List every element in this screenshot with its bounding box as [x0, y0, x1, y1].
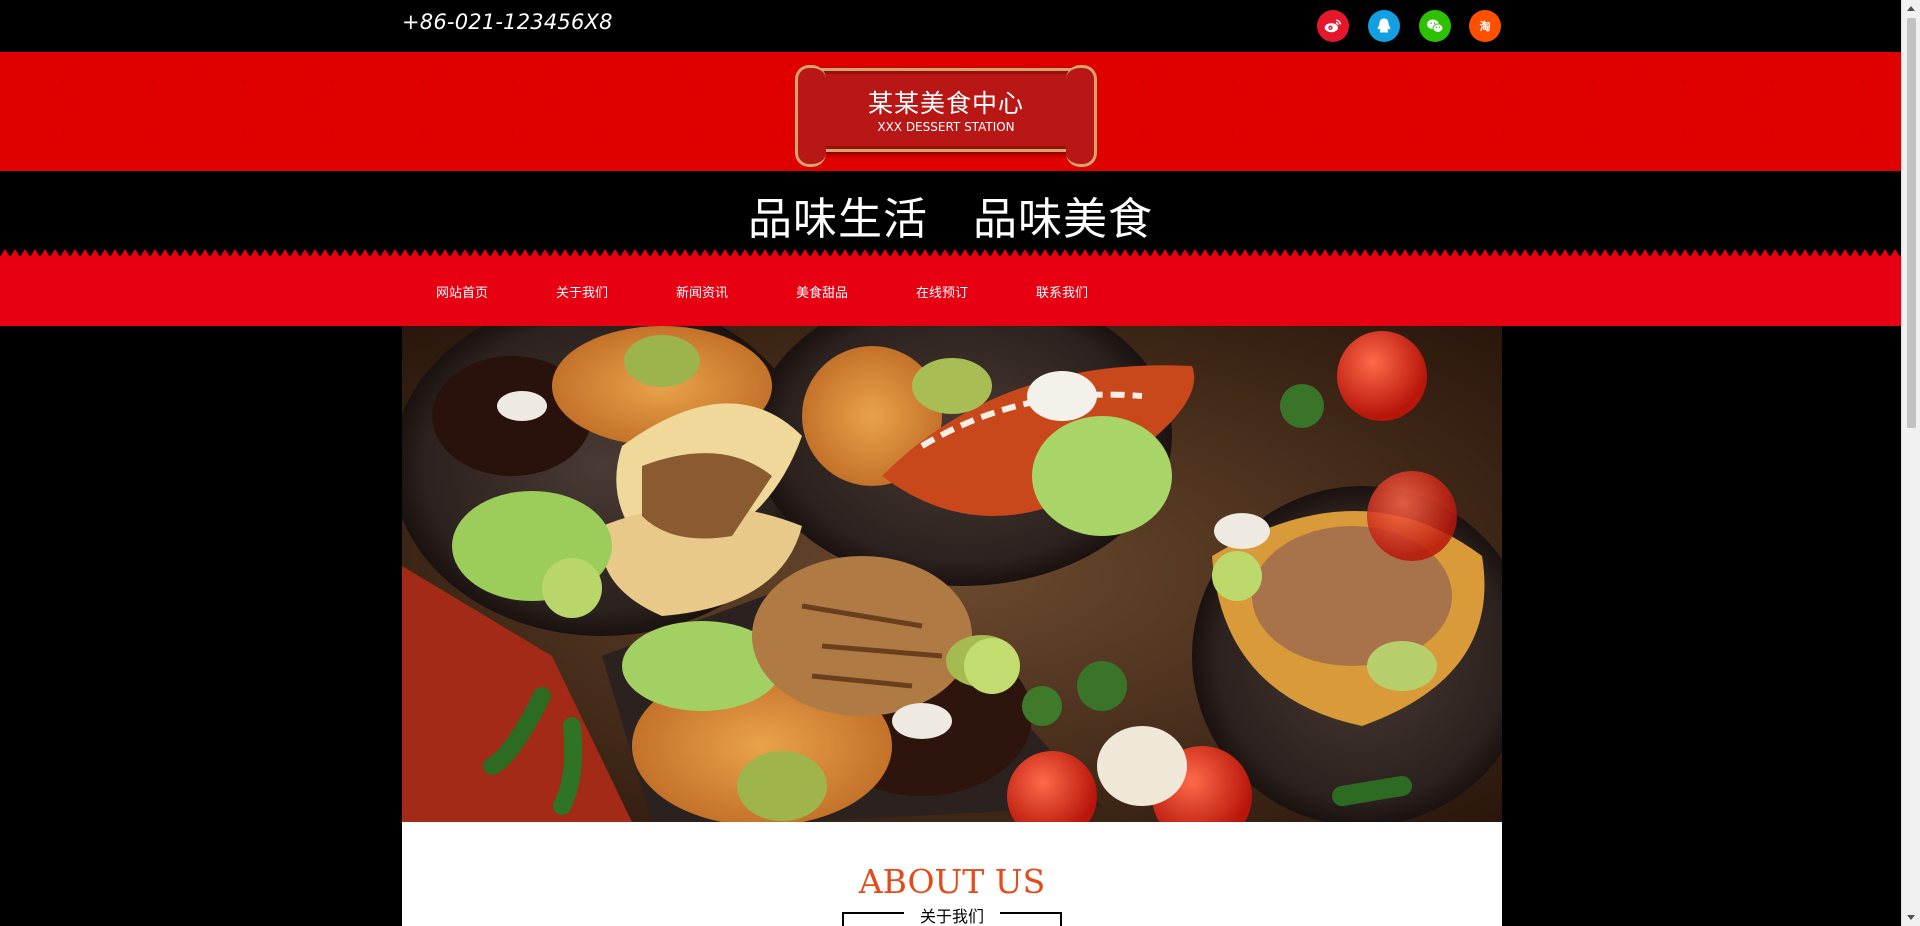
vertical-scrollbar[interactable] [1901, 0, 1920, 926]
nav-item-booking[interactable]: 在线预订 [882, 256, 1002, 326]
phone-number: +86-021-123456X8 [402, 10, 613, 34]
wechat-icon[interactable] [1419, 10, 1451, 42]
nav-item-home[interactable]: 网站首页 [402, 256, 522, 326]
scroll-thumb[interactable] [1907, 18, 1916, 428]
nav-item-about[interactable]: 关于我们 [522, 256, 642, 326]
main-nav: 网站首页 关于我们 新闻资讯 美食甜品 在线预订 联系我们 [402, 256, 1122, 326]
taobao-icon[interactable]: 淘 [1469, 10, 1501, 42]
about-title: ABOUT US [858, 862, 1046, 901]
hero-banner-image [402, 326, 1502, 822]
about-subtitle-box: 关于我们 [842, 907, 1062, 926]
about-subtitle: 关于我们 [919, 907, 984, 926]
slogan: 品味生活 品味美食 [748, 194, 1153, 245]
logo-title: 某某美食中心 [867, 89, 1024, 118]
nav-item-news[interactable]: 新闻资讯 [642, 256, 762, 326]
scroll-down-arrow-icon[interactable] [1907, 915, 1915, 920]
scroll-up-arrow-icon[interactable] [1907, 6, 1915, 11]
svg-text:淘: 淘 [1480, 19, 1491, 33]
top-bar: +86-021-123456X8 淘 [0, 0, 1901, 52]
nav-item-food[interactable]: 美食甜品 [762, 256, 882, 326]
about-section: ABOUT US 关于我们 [402, 822, 1502, 926]
nav-item-contact[interactable]: 联系我们 [1002, 256, 1122, 326]
nav-band: 网站首页 关于我们 新闻资讯 美食甜品 在线预订 联系我们 [0, 256, 1901, 326]
weibo-icon[interactable] [1317, 10, 1349, 42]
site-logo[interactable]: 某某美食中心 XXX DESSERT STATION [795, 65, 1097, 167]
qq-icon[interactable] [1368, 10, 1400, 42]
slogan-band: 品味生活 品味美食 [0, 171, 1901, 251]
logo-subtitle: XXX DESSERT STATION [877, 120, 1015, 134]
page: +86-021-123456X8 淘 某某美食中心 XXX DESSERT ST… [0, 0, 1901, 926]
